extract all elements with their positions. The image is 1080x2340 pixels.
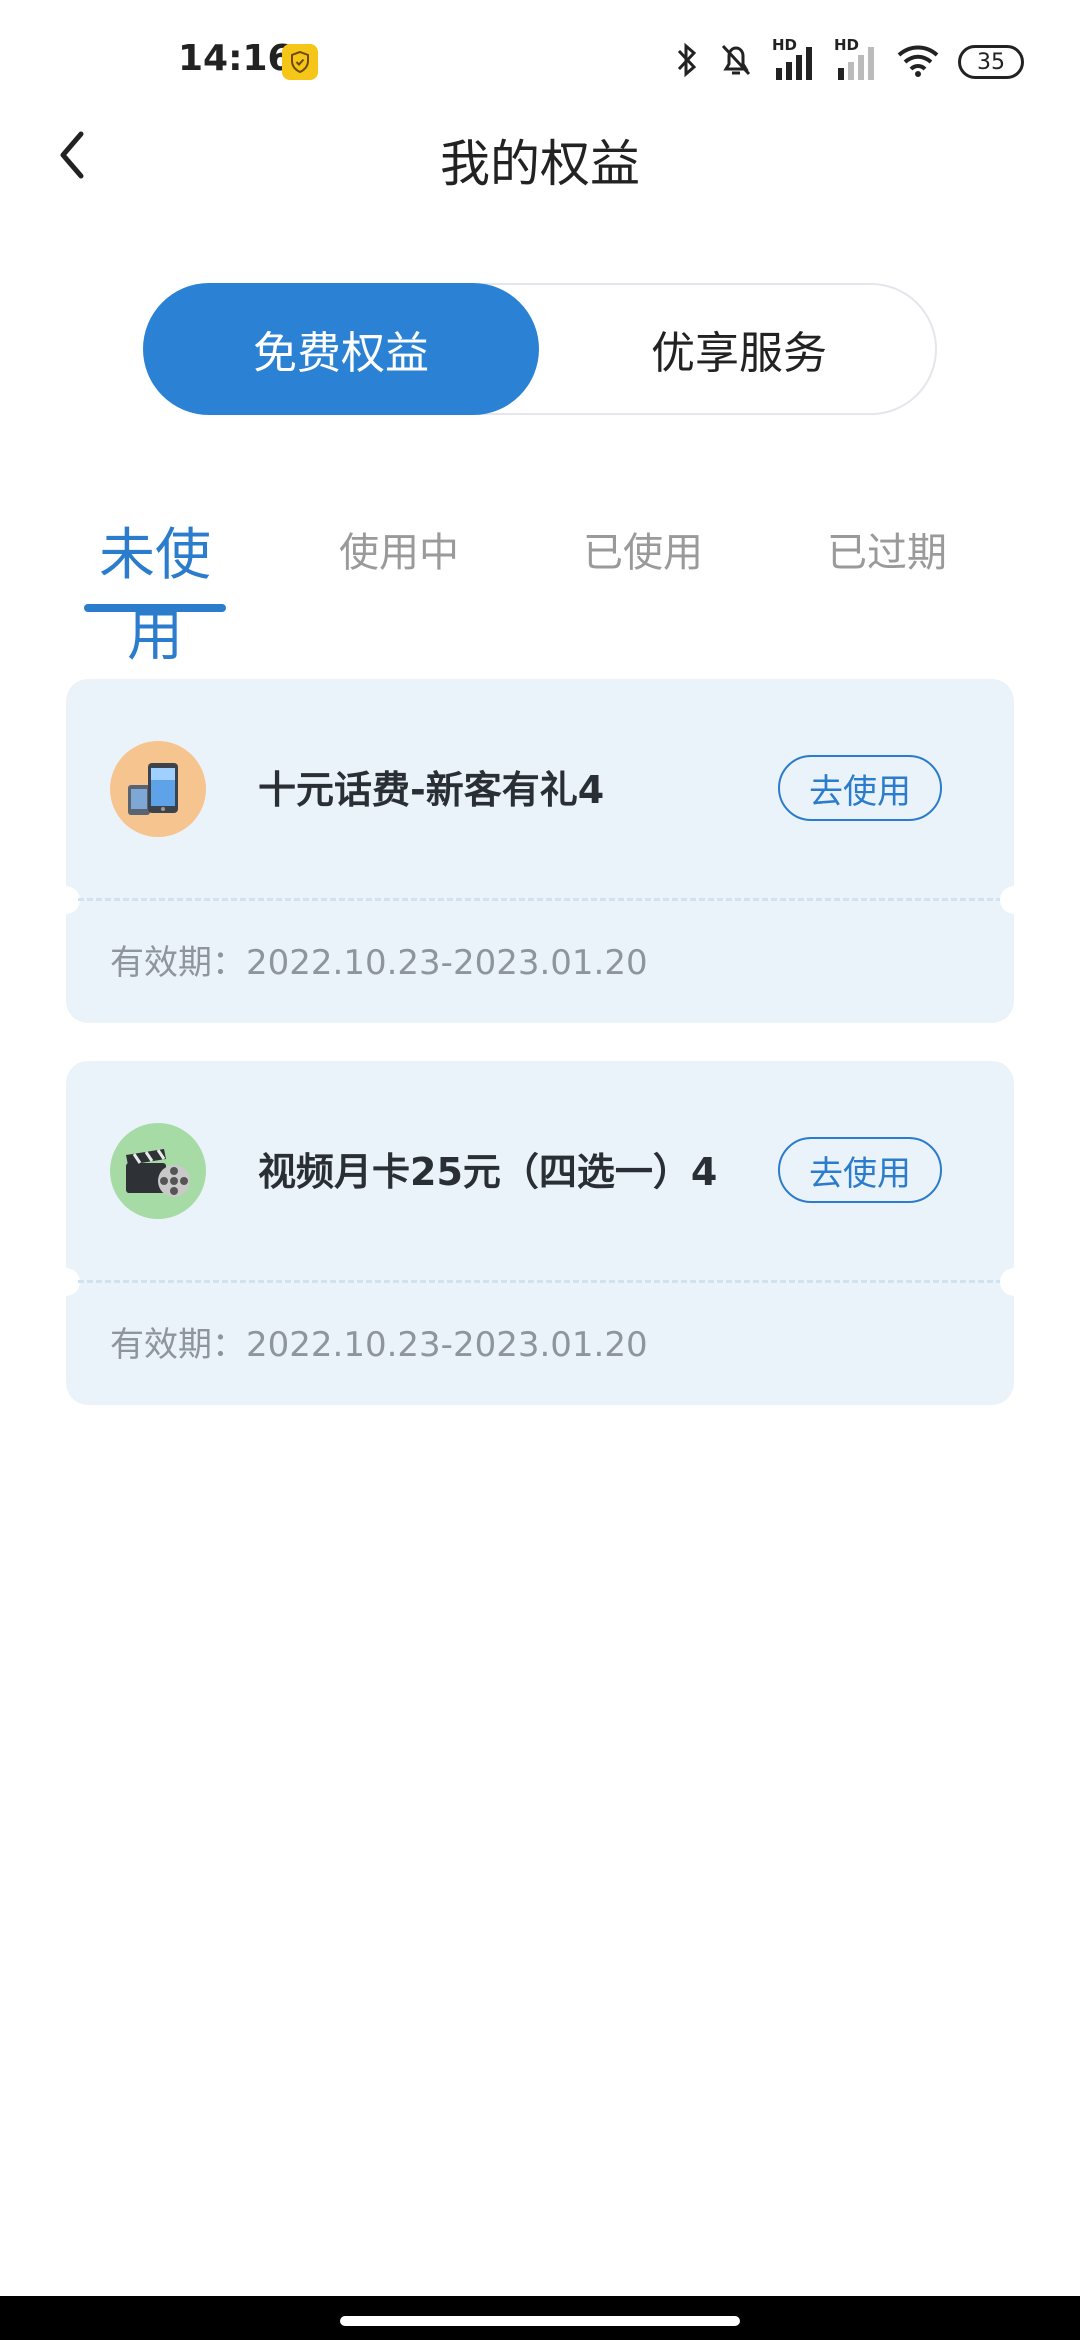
- shield-icon: [282, 44, 318, 80]
- benefit-title: 视频月卡25元（四选一）4: [258, 1150, 718, 1194]
- tab-unused[interactable]: 未使用: [74, 510, 236, 672]
- validity-text: 有效期：2022.10.23-2023.01.20: [110, 1325, 648, 1365]
- segment-free-benefits[interactable]: 免费权益: [143, 283, 539, 415]
- status-bar: 14:16 HD HD 35: [0, 0, 1080, 120]
- status-tabs: 未使用 使用中 已使用 已过期: [0, 520, 1080, 669]
- dashed-divider: [78, 1280, 1002, 1283]
- ticket-notch: [1000, 886, 1028, 914]
- bluetooth-icon: [674, 41, 700, 83]
- tab-in-use[interactable]: 使用中: [336, 520, 462, 578]
- ticket-notch: [52, 886, 80, 914]
- segment-premium-services[interactable]: 优享服务: [541, 283, 937, 415]
- dashed-divider: [78, 898, 1002, 901]
- page-title: 我的权益: [440, 135, 640, 193]
- ticket-notch: [1000, 1268, 1028, 1296]
- validity-text: 有效期：2022.10.23-2023.01.20: [110, 943, 648, 983]
- tab-expired[interactable]: 已过期: [824, 520, 950, 578]
- benefit-title: 十元话费-新客有礼4: [258, 768, 605, 812]
- status-time: 14:16: [178, 38, 293, 79]
- benefit-card: 十元话费-新客有礼4 去使用 有效期：2022.10.23-2023.01.20: [52, 679, 1028, 1023]
- signal-icon-1: HD: [772, 36, 816, 82]
- battery-indicator: 35: [958, 45, 1024, 79]
- film-icon: [110, 1123, 206, 1219]
- home-indicator[interactable]: [340, 2316, 740, 2326]
- use-button[interactable]: 去使用: [778, 755, 942, 821]
- use-button[interactable]: 去使用: [778, 1137, 942, 1203]
- active-tab-indicator: [84, 604, 226, 612]
- header: 我的权益: [0, 110, 1080, 200]
- signal-icon-2: HD: [834, 36, 878, 82]
- wifi-icon: [896, 43, 940, 81]
- benefit-type-switch: 免费权益 优享服务: [143, 283, 937, 415]
- phone-icon: [110, 741, 206, 837]
- benefit-card: 视频月卡25元（四选一）4 去使用 有效期：2022.10.23-2023.01…: [52, 1061, 1028, 1405]
- status-icons: HD HD 35: [674, 36, 1024, 84]
- tab-used[interactable]: 已使用: [580, 520, 706, 578]
- bell-off-icon: [718, 41, 754, 83]
- ticket-notch: [52, 1268, 80, 1296]
